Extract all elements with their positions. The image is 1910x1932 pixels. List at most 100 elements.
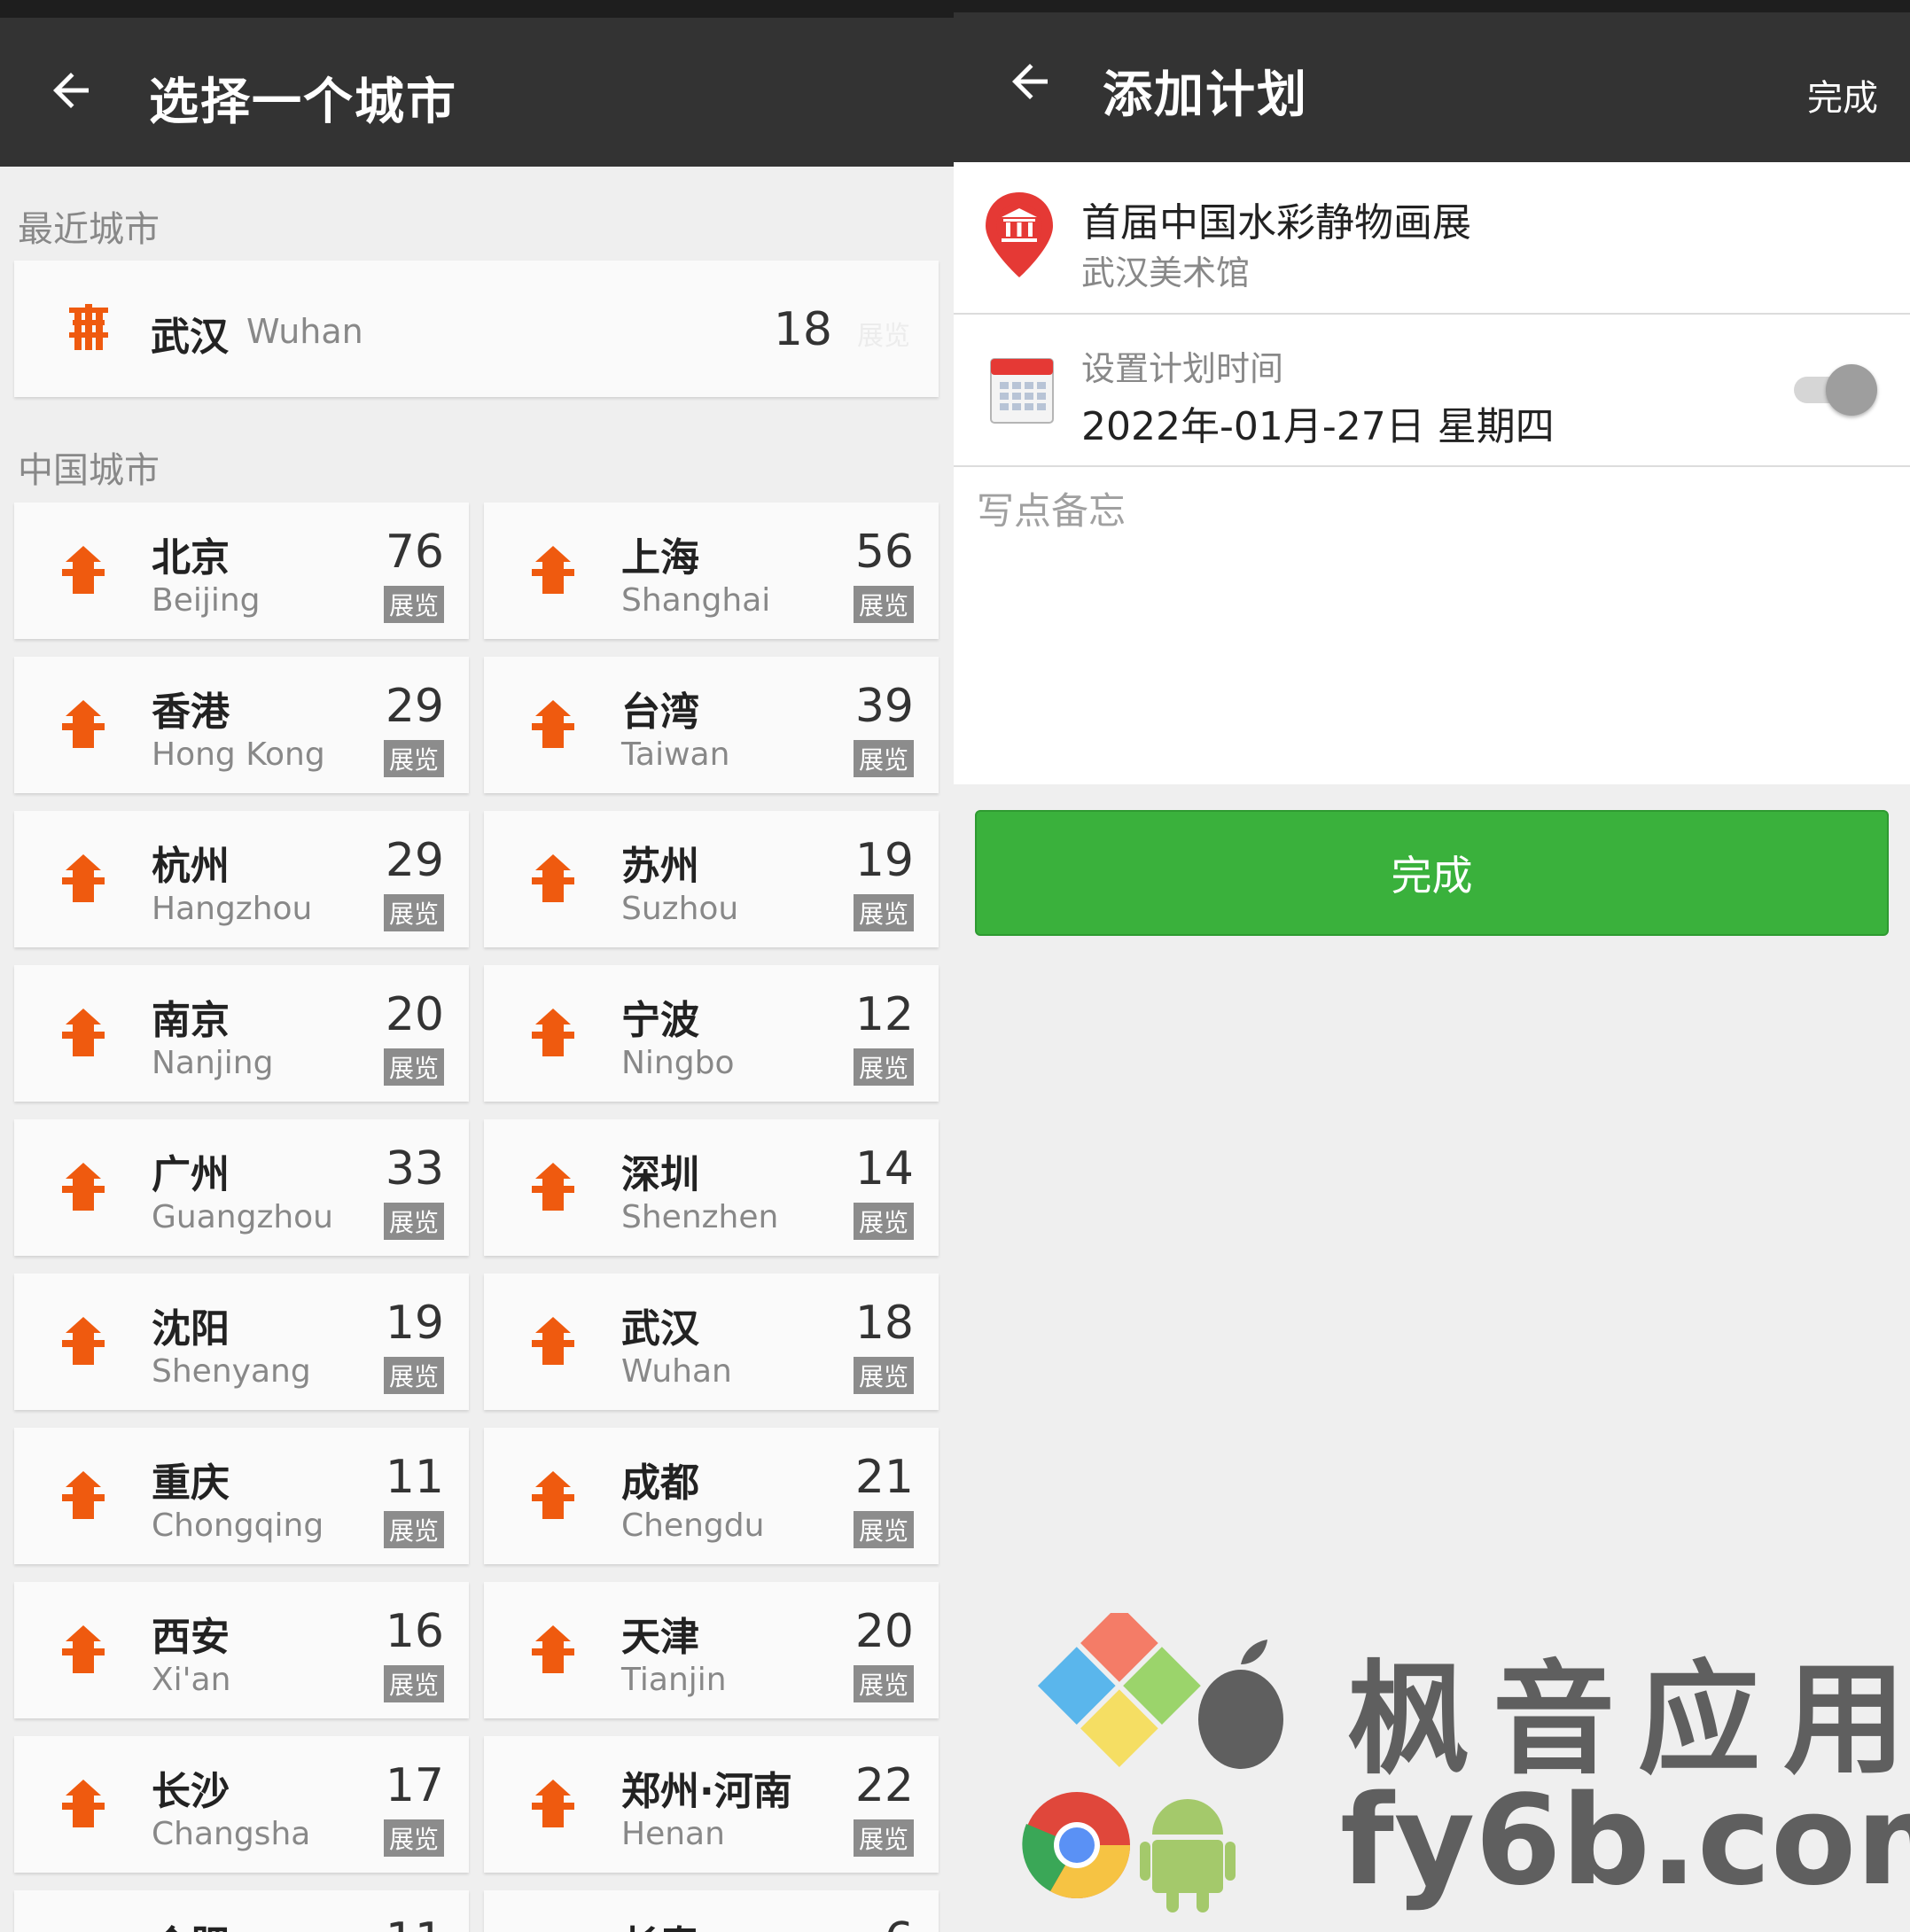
exhibit-count: 76 (385, 526, 444, 579)
exhibit-tag: 展览 (383, 1665, 444, 1702)
city-card[interactable]: 长沙 Changsha 17 展览 (14, 1736, 469, 1873)
watermark: 枫音应用 fy6b.com (1019, 1613, 1910, 1914)
ferris-wheel-icon (525, 1622, 581, 1679)
watermark-logos-icon (1022, 1613, 1283, 1913)
exhibit-tag: 展览 (383, 1048, 444, 1086)
exhibit-tag: 展览 (383, 1203, 444, 1240)
city-name: 深圳 (621, 1152, 699, 1197)
back-button[interactable] (44, 64, 106, 126)
wuhan-tower-icon (525, 1313, 581, 1370)
city-name: 合肥 (152, 1913, 230, 1932)
city-name-en: Hong Kong (152, 736, 325, 773)
panda-icon (525, 1468, 581, 1524)
canton-tower-icon (55, 1159, 112, 1216)
exhibit-count: 6 (885, 1913, 914, 1932)
city-name: 西安 (152, 1615, 230, 1660)
taipei101-icon (525, 697, 581, 753)
plan-time-toggle[interactable] (1790, 361, 1879, 417)
city-name: 台湾 (621, 689, 699, 735)
exhibit-count: 22 (854, 1759, 914, 1812)
ningbo-pavilion-icon (525, 1005, 581, 1062)
exhibit-count: 12 (854, 988, 914, 1041)
exhibit-count: 21 (854, 1451, 914, 1504)
city-name: 宁波 (621, 998, 699, 1043)
city-card[interactable]: 杭州 Hangzhou 29 展览 (14, 811, 469, 947)
status-bar (954, 0, 1910, 12)
exhibit-count: 11 (385, 1451, 444, 1504)
shenzhen-building-icon (525, 1159, 581, 1216)
city-name: 北京 (152, 535, 230, 580)
memo-input[interactable] (954, 467, 1910, 784)
city-card[interactable]: 宁波 Ningbo 12 展览 (484, 965, 939, 1102)
city-name: 广州 (152, 1152, 230, 1197)
exhibit-tag: 展览 (853, 1665, 914, 1702)
exhibition-title: 首届中国水彩静物画展 (1081, 200, 1471, 245)
exhibit-count: 18 (854, 1297, 914, 1350)
city-name: 成都 (621, 1461, 699, 1506)
city-name: 长春 (621, 1913, 699, 1932)
exhibit-count: 33 (385, 1142, 444, 1196)
city-card[interactable]: 深圳 Shenzhen 14 展览 (484, 1119, 939, 1256)
done-button[interactable]: 完成 (975, 810, 1889, 936)
recent-city-card[interactable]: 武汉 Wuhan 18 展览 (14, 261, 939, 397)
done-action[interactable]: 完成 (1807, 69, 1878, 121)
back-button[interactable] (1003, 55, 1065, 117)
plan-time-label: 设置计划时间 (1081, 349, 1284, 388)
city-card[interactable]: 天津 Tianjin 20 展览 (484, 1582, 939, 1718)
city-card[interactable]: 广州 Guangzhou 33 展览 (14, 1119, 469, 1256)
recent-city-name: 武汉 (151, 315, 229, 360)
city-name-en: Shenyang (152, 1353, 311, 1390)
exhibit-count: 11 (386, 1913, 444, 1932)
exhibit-tag: 展览 (383, 1357, 444, 1394)
city-card[interactable]: 武汉 Wuhan 18 展览 (484, 1274, 939, 1410)
app-bar: 选择一个城市 (0, 18, 954, 167)
city-picker-screen: 选择一个城市 最近城市 武汉 Wuhan 18 展览 中国城市 北京 Beijin… (0, 0, 954, 1932)
city-card[interactable]: 北京 Beijing 76 展览 (14, 502, 469, 639)
exhibit-count: 29 (385, 834, 444, 887)
city-card[interactable]: 上海 Shanghai 56 展览 (484, 502, 939, 639)
city-name: 苏州 (621, 844, 699, 889)
city-card[interactable]: 合肥 11 (14, 1890, 469, 1932)
city-card[interactable]: 长春 6 (484, 1890, 939, 1932)
app-bar: 添加计划 完成 (954, 12, 1910, 162)
city-name-en: Beijing (152, 582, 261, 619)
city-card[interactable]: 香港 Hong Kong 29 展览 (14, 657, 469, 793)
hangzhou-pagoda-icon (55, 851, 112, 908)
city-name-en: Chengdu (621, 1507, 765, 1544)
city-card[interactable]: 苏州 Suzhou 19 展览 (484, 811, 939, 947)
wuhan-tower-icon (60, 300, 117, 357)
exhibit-tag: 展览 (383, 740, 444, 777)
city-name-en: Nanjing (152, 1045, 274, 1081)
hotpot-icon (55, 1468, 112, 1524)
memo-area (954, 467, 1910, 784)
city-name: 南京 (152, 998, 230, 1043)
china-cities-label: 中国城市 (18, 450, 160, 491)
city-card[interactable]: 台湾 Taiwan 39 展览 (484, 657, 939, 793)
exhibit-tag: 展览 (853, 1819, 914, 1857)
city-card[interactable]: 沈阳 Shenyang 19 展览 (14, 1274, 469, 1410)
city-name-en: Taiwan (621, 736, 730, 773)
city-card[interactable]: 西安 Xi'an 16 展览 (14, 1582, 469, 1718)
exhibit-tag: 展览 (383, 894, 444, 931)
exhibit-tag: 展览 (853, 894, 914, 931)
exhibit-tag: 展览 (383, 586, 444, 623)
exhibit-count: 19 (854, 834, 914, 887)
city-card[interactable]: 郑州·河南 Henan 22 展览 (484, 1736, 939, 1873)
city-name-en: Shanghai (621, 582, 771, 619)
city-name-en: Guangzhou (152, 1199, 333, 1235)
exhibition-info[interactable]: 首届中国水彩静物画展 武汉美术馆 (954, 162, 1910, 315)
exhibit-tag: 展览 (853, 586, 914, 623)
city-card[interactable]: 成都 Chengdu 21 展览 (484, 1428, 939, 1564)
shanghai-skyline-icon (525, 542, 581, 599)
exhibit-tag: 展览 (383, 1511, 444, 1548)
exhibit-tag: 展览 (853, 1048, 914, 1086)
city-name: 杭州 (152, 844, 230, 889)
watermark-line2: fy6b.com (1340, 1769, 1910, 1913)
museum-pin-icon (986, 192, 1053, 277)
city-card[interactable]: 重庆 Chongqing 11 展览 (14, 1428, 469, 1564)
henan-temple-icon (525, 1776, 581, 1833)
city-name-en: Shenzhen (621, 1199, 779, 1235)
plan-time-row[interactable]: 设置计划时间 2022年-01月-27日 星期四 (954, 315, 1910, 467)
shenyang-palace-icon (55, 1313, 112, 1370)
city-card[interactable]: 南京 Nanjing 20 展览 (14, 965, 469, 1102)
